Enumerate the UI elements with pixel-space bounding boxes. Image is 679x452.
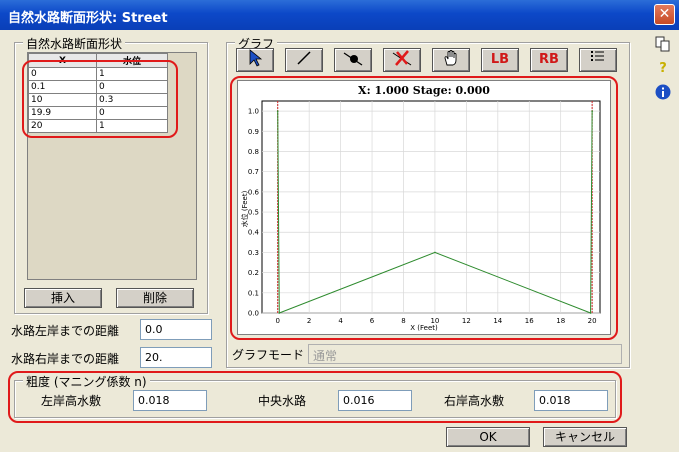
- right-bank-distance-input[interactable]: 20.: [140, 347, 212, 368]
- insert-button[interactable]: 挿入: [24, 288, 102, 308]
- cross-section-legend: 自然水路断面形状: [23, 35, 126, 52]
- info-icon[interactable]: [654, 84, 672, 102]
- delete-button[interactable]: 削除: [116, 288, 194, 308]
- graph-mode-label: グラフモード: [232, 348, 305, 362]
- rb-tool-button[interactable]: RB: [530, 48, 568, 72]
- main-channel-n-input[interactable]: 0.016: [338, 390, 412, 411]
- graph-mode-field: 通常: [308, 344, 622, 364]
- lb-tool-button[interactable]: LB: [481, 48, 519, 72]
- dialog-window: 自然水路断面形状: Street ✕ ? 自然水路断面形状 X 水位 01 0.…: [0, 0, 679, 452]
- delete-point-icon: [392, 50, 412, 66]
- copy-icon[interactable]: [654, 36, 672, 54]
- add-point-icon: [343, 52, 363, 66]
- close-button[interactable]: ✕: [654, 4, 675, 25]
- left-bank-distance-input[interactable]: 0.0: [140, 319, 212, 340]
- pointer-tool-button[interactable]: [236, 48, 274, 72]
- line-tool-button[interactable]: [285, 48, 323, 72]
- cancel-button[interactable]: キャンセル: [543, 427, 627, 447]
- left-overbank-n-input[interactable]: 0.018: [133, 390, 207, 411]
- right-overbank-label: 右岸高水敷: [444, 394, 505, 408]
- main-channel-label: 中央水路: [258, 394, 307, 408]
- line-icon: [297, 51, 311, 65]
- point-tool-button[interactable]: [334, 48, 372, 72]
- ok-button[interactable]: OK: [446, 427, 530, 447]
- left-bank-distance-label: 水路左岸までの距離: [11, 324, 120, 338]
- side-toolbar: ?: [646, 30, 679, 452]
- left-overbank-label: 左岸高水敷: [41, 394, 102, 408]
- window-title: 自然水路断面形状: Street: [8, 11, 168, 26]
- table-highlight: [22, 60, 178, 138]
- pointer-icon: [249, 49, 263, 67]
- right-overbank-n-input[interactable]: 0.018: [534, 390, 608, 411]
- delete-point-tool-button[interactable]: [383, 48, 421, 72]
- help-icon[interactable]: ?: [654, 60, 672, 78]
- list-tool-button[interactable]: [579, 48, 617, 72]
- right-bank-distance-label: 水路右岸までの距離: [11, 352, 120, 366]
- hand-icon: [444, 50, 457, 66]
- title-bar: 自然水路断面形状: Street: [0, 0, 679, 30]
- chart-highlight: [230, 76, 618, 340]
- pan-tool-button[interactable]: [432, 48, 470, 72]
- list-icon: [591, 51, 604, 61]
